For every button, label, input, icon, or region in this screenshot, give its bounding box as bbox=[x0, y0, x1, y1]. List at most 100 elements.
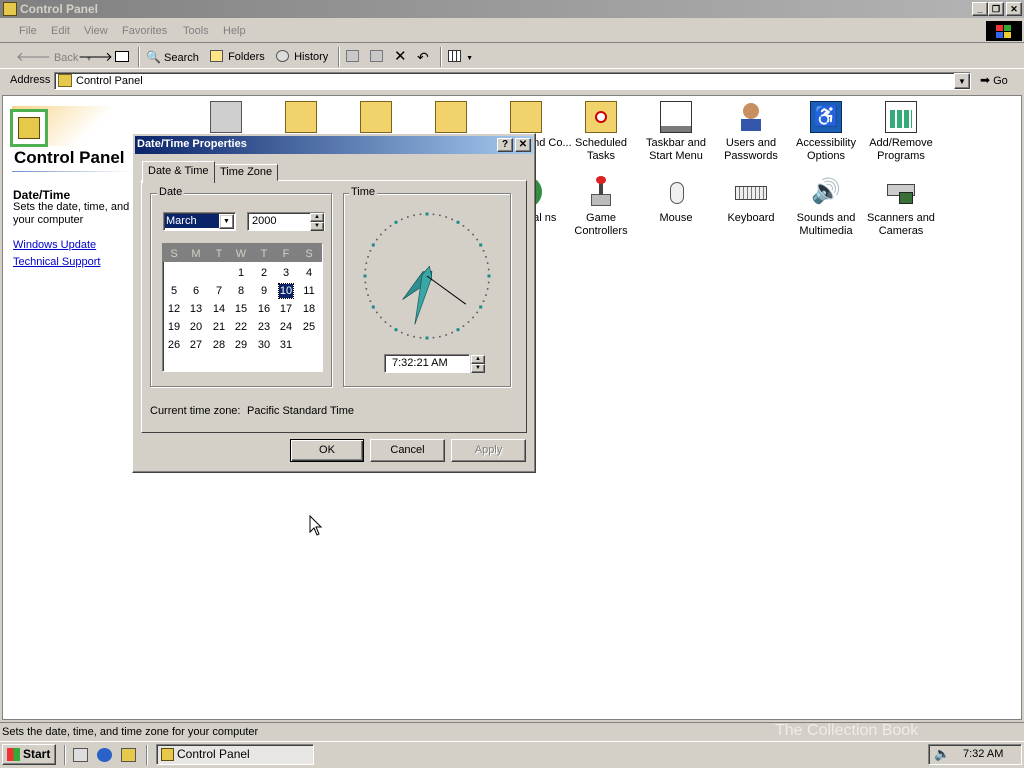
menu-favorites[interactable]: Favorites bbox=[122, 25, 167, 37]
calendar-day[interactable]: 15 bbox=[230, 303, 252, 315]
icon-add-remove-programs[interactable]: Add/Remove Programs bbox=[864, 101, 938, 163]
tab-date-time[interactable]: Date & Time bbox=[142, 161, 215, 183]
folders-button[interactable]: Folders bbox=[210, 48, 265, 66]
calendar-day-selected[interactable]: 10 bbox=[278, 283, 294, 299]
help-button[interactable]: ? bbox=[497, 138, 513, 152]
icon-mouse[interactable]: Mouse bbox=[639, 176, 713, 225]
undo-button[interactable]: ↶ bbox=[417, 48, 429, 66]
clock-tick bbox=[400, 218, 403, 221]
year-up-button[interactable]: ▲ bbox=[310, 213, 324, 222]
calendar-day[interactable]: 2 bbox=[253, 267, 275, 279]
minimize-button[interactable]: _ bbox=[972, 2, 988, 16]
year-down-button[interactable]: ▼ bbox=[310, 222, 324, 231]
internet-explorer-icon[interactable] bbox=[97, 748, 112, 762]
history-button[interactable]: History bbox=[276, 48, 328, 66]
calendar-day[interactable]: 25 bbox=[298, 321, 320, 333]
calendar-day[interactable]: 17 bbox=[275, 303, 297, 315]
window-titlebar[interactable]: Control Panel _ ❐ ✕ bbox=[0, 0, 1024, 18]
control-panel-icon[interactable] bbox=[3, 2, 17, 16]
clock-tick bbox=[472, 233, 474, 236]
tray-clock[interactable]: 7:32 AM bbox=[963, 748, 1003, 760]
menu-tools[interactable]: Tools bbox=[183, 25, 209, 37]
clock-tick bbox=[487, 281, 490, 284]
calendar-day[interactable]: 14 bbox=[208, 303, 230, 315]
calendar-day[interactable]: 6 bbox=[185, 285, 207, 297]
search-button[interactable]: 🔍 Search bbox=[146, 48, 199, 66]
calendar-day[interactable]: 5 bbox=[163, 285, 185, 297]
icon-taskbar-start-menu[interactable]: Taskbar and Start Menu bbox=[639, 101, 713, 163]
windows-update-link[interactable]: Windows Update bbox=[13, 239, 96, 251]
icon-label: Mouse bbox=[659, 212, 693, 224]
go-button[interactable]: ➡ Go bbox=[980, 73, 1008, 87]
technical-support-link[interactable]: Technical Support bbox=[13, 256, 100, 268]
calendar-day[interactable]: 8 bbox=[230, 285, 252, 297]
calendar-day[interactable]: 20 bbox=[185, 321, 207, 333]
icon-game-controllers[interactable]: Game Controllers bbox=[564, 176, 638, 238]
icon-fonts[interactable] bbox=[414, 101, 488, 137]
calendar-day[interactable]: 11 bbox=[298, 285, 320, 297]
calendar-day[interactable]: 13 bbox=[185, 303, 207, 315]
calendar-weekday: T bbox=[215, 248, 223, 260]
back-arrow-icon: 🡐 bbox=[16, 49, 51, 64]
calendar-day[interactable]: 31 bbox=[275, 339, 297, 351]
views-button[interactable]: ▼ bbox=[448, 48, 473, 66]
time-up-button[interactable]: ▲ bbox=[471, 355, 485, 364]
joystick-icon bbox=[585, 176, 617, 208]
tab-time-zone[interactable]: Time Zone bbox=[214, 164, 279, 181]
calendar-day[interactable]: 9 bbox=[253, 285, 275, 297]
up-folder-button[interactable] bbox=[115, 48, 129, 66]
menu-help[interactable]: Help bbox=[223, 25, 246, 37]
icon-accessibility-options[interactable]: ♿ Accessibility Options bbox=[789, 101, 863, 163]
calendar-day[interactable]: 18 bbox=[298, 303, 320, 315]
start-button[interactable]: Start bbox=[2, 744, 56, 765]
icon-scheduled-tasks[interactable]: Scheduled Tasks bbox=[564, 101, 638, 163]
menu-file[interactable]: File bbox=[19, 25, 37, 37]
month-dropdown-button[interactable]: ▼ bbox=[219, 214, 234, 229]
time-input[interactable]: 7:32:21 AM bbox=[384, 354, 470, 373]
calendar-day[interactable]: 28 bbox=[208, 339, 230, 351]
calendar-day[interactable]: 4 bbox=[298, 267, 320, 279]
dialog-titlebar[interactable]: Date/Time Properties ? ✕ bbox=[135, 136, 533, 154]
dialog-close-button[interactable]: ✕ bbox=[515, 138, 531, 152]
menu-edit[interactable]: Edit bbox=[51, 25, 70, 37]
clock-tick bbox=[367, 256, 369, 258]
clock-tick bbox=[389, 225, 392, 227]
show-desktop-icon[interactable] bbox=[73, 748, 88, 762]
calendar-day[interactable]: 29 bbox=[230, 339, 252, 351]
icon-scanners-cameras[interactable]: Scanners and Cameras bbox=[864, 176, 938, 238]
calendar-day[interactable]: 16 bbox=[253, 303, 275, 315]
icon-users-passwords[interactable]: Users and Passwords bbox=[714, 101, 788, 163]
volume-icon[interactable]: 🔈 bbox=[934, 746, 950, 762]
menu-view[interactable]: View bbox=[84, 25, 108, 37]
cancel-button[interactable]: Cancel bbox=[370, 439, 445, 462]
icon-power[interactable] bbox=[264, 101, 338, 137]
delete-button[interactable]: ✕ bbox=[394, 48, 407, 66]
calendar-day[interactable]: 26 bbox=[163, 339, 185, 351]
calendar-day[interactable]: 19 bbox=[163, 321, 185, 333]
calendar-day[interactable]: 3 bbox=[275, 267, 297, 279]
icon-admin-tools[interactable] bbox=[339, 101, 413, 137]
calendar-day[interactable]: 30 bbox=[253, 339, 275, 351]
icon-sounds-multimedia[interactable]: 🔊 Sounds and Multimedia bbox=[789, 176, 863, 238]
calendar-day[interactable]: 23 bbox=[253, 321, 275, 333]
outlook-express-icon[interactable] bbox=[121, 748, 136, 762]
calendar-day[interactable]: 21 bbox=[208, 321, 230, 333]
apply-button[interactable]: Apply bbox=[451, 439, 526, 462]
calendar-day[interactable]: 7 bbox=[208, 285, 230, 297]
taskbar-item-control-panel[interactable]: Control Panel bbox=[156, 744, 314, 765]
address-dropdown-button[interactable]: ▼ bbox=[954, 73, 970, 89]
close-button[interactable]: ✕ bbox=[1006, 2, 1022, 16]
restore-button[interactable]: ❐ bbox=[988, 2, 1004, 16]
address-input[interactable]: Control Panel bbox=[54, 72, 971, 90]
calendar-day[interactable]: 1 bbox=[230, 267, 252, 279]
icon-keyboard[interactable]: Keyboard bbox=[714, 176, 788, 225]
move-to-button[interactable] bbox=[346, 48, 361, 66]
time-down-button[interactable]: ▼ bbox=[471, 364, 485, 373]
calendar-day[interactable]: 24 bbox=[275, 321, 297, 333]
calendar-day[interactable]: 27 bbox=[185, 339, 207, 351]
calendar-day[interactable]: 22 bbox=[230, 321, 252, 333]
ok-button[interactable]: OK bbox=[290, 439, 364, 462]
icon-printers[interactable] bbox=[189, 101, 263, 137]
calendar-day[interactable]: 12 bbox=[163, 303, 185, 315]
copy-to-button[interactable] bbox=[370, 48, 385, 66]
